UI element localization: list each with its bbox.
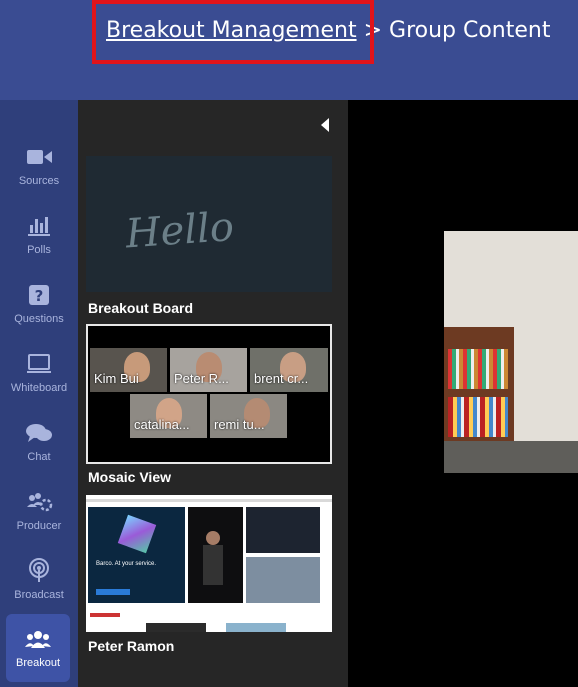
sidebar-item-label: Producer	[16, 520, 62, 532]
breadcrumb-current: Group Content	[389, 18, 551, 43]
sidebar-item-sources[interactable]: Sources	[0, 132, 78, 200]
sidebar-item-label: Breakout	[15, 657, 61, 669]
presenter-slide	[188, 507, 243, 603]
chat-icon	[25, 421, 53, 445]
sidebar-item-producer[interactable]: Producer	[0, 477, 78, 545]
sidebar-item-label: Questions	[14, 313, 64, 325]
sidebar-item-chat[interactable]: Chat	[0, 408, 78, 476]
sidebar-item-label: Whiteboard	[10, 382, 68, 394]
whiteboard-icon	[25, 352, 53, 376]
barco-slide: Barco. At your service.	[88, 507, 185, 603]
group-icon	[24, 627, 52, 651]
main-stage	[348, 100, 578, 687]
group-content-panel: Hello Breakout Board Kim Bui Peter R... …	[78, 100, 348, 687]
page-header: Breakout Management > Group Content	[78, 0, 578, 100]
breakout-board-label: Breakout Board	[88, 300, 194, 316]
broadcast-icon	[25, 558, 53, 583]
participant-tile: Peter R...	[170, 348, 247, 392]
participant-name: Peter R...	[174, 371, 229, 386]
gallery-image-bottom	[246, 557, 320, 603]
svg-text:?: ?	[35, 287, 44, 305]
participant-tile: remi tu...	[210, 394, 287, 438]
sidebar-item-label: Sources	[18, 175, 60, 187]
breadcrumb: Breakout Management > Group Content	[106, 18, 550, 43]
participant-name: remi tu...	[214, 417, 265, 432]
sidebar-item-label: Broadcast	[14, 589, 64, 601]
mosaic-view-thumbnail[interactable]: Kim Bui Peter R... brent cr... catalina.…	[86, 324, 332, 464]
peter-ramon-screen-thumbnail[interactable]: Barco. At your service.	[86, 495, 332, 632]
gallery-image-top	[246, 507, 320, 553]
participant-video-feed	[444, 231, 578, 473]
sidebar-item-polls[interactable]: Polls	[0, 201, 78, 269]
participant-name: brent cr...	[254, 371, 309, 386]
app-window: Sources Polls ? Questions Whiteboard Cha…	[0, 0, 578, 687]
producer-icon	[25, 490, 53, 514]
participant-tile: Kim Bui	[90, 348, 167, 392]
breadcrumb-separator: >	[363, 18, 383, 43]
svg-text:Hello: Hello	[123, 204, 235, 258]
sidebar-item-questions[interactable]: ? Questions	[0, 270, 78, 338]
sidebar-item-label: Polls	[27, 244, 51, 256]
participant-tile: catalina...	[130, 394, 207, 438]
bar-chart-icon	[25, 214, 53, 238]
participant-name: catalina...	[134, 417, 190, 432]
board-handwriting: Hello	[123, 204, 235, 258]
breadcrumb-link-breakout-management[interactable]: Breakout Management	[106, 18, 357, 43]
sidebar-top-strip	[0, 0, 78, 100]
question-icon: ?	[25, 283, 53, 307]
mosaic-view-label: Mosaic View	[88, 469, 172, 485]
collapse-panel-button[interactable]	[318, 116, 332, 134]
breakout-board-thumbnail[interactable]: Hello	[86, 156, 332, 292]
sidebar-item-broadcast[interactable]: Broadcast	[0, 546, 78, 614]
sidebar-item-whiteboard[interactable]: Whiteboard	[0, 339, 78, 407]
video-camera-icon	[25, 145, 53, 169]
participant-tile: brent cr...	[250, 348, 328, 392]
participant-name: Kim Bui	[94, 371, 139, 386]
barco-tagline: Barco. At your service.	[96, 561, 157, 567]
barco-cube-logo	[117, 514, 157, 554]
sidebar-item-label: Chat	[27, 451, 51, 463]
sidebar: Sources Polls ? Questions Whiteboard Cha…	[0, 0, 78, 687]
peter-ramon-label: Peter Ramon	[88, 638, 175, 654]
sidebar-item-breakout[interactable]: Breakout	[6, 614, 70, 682]
